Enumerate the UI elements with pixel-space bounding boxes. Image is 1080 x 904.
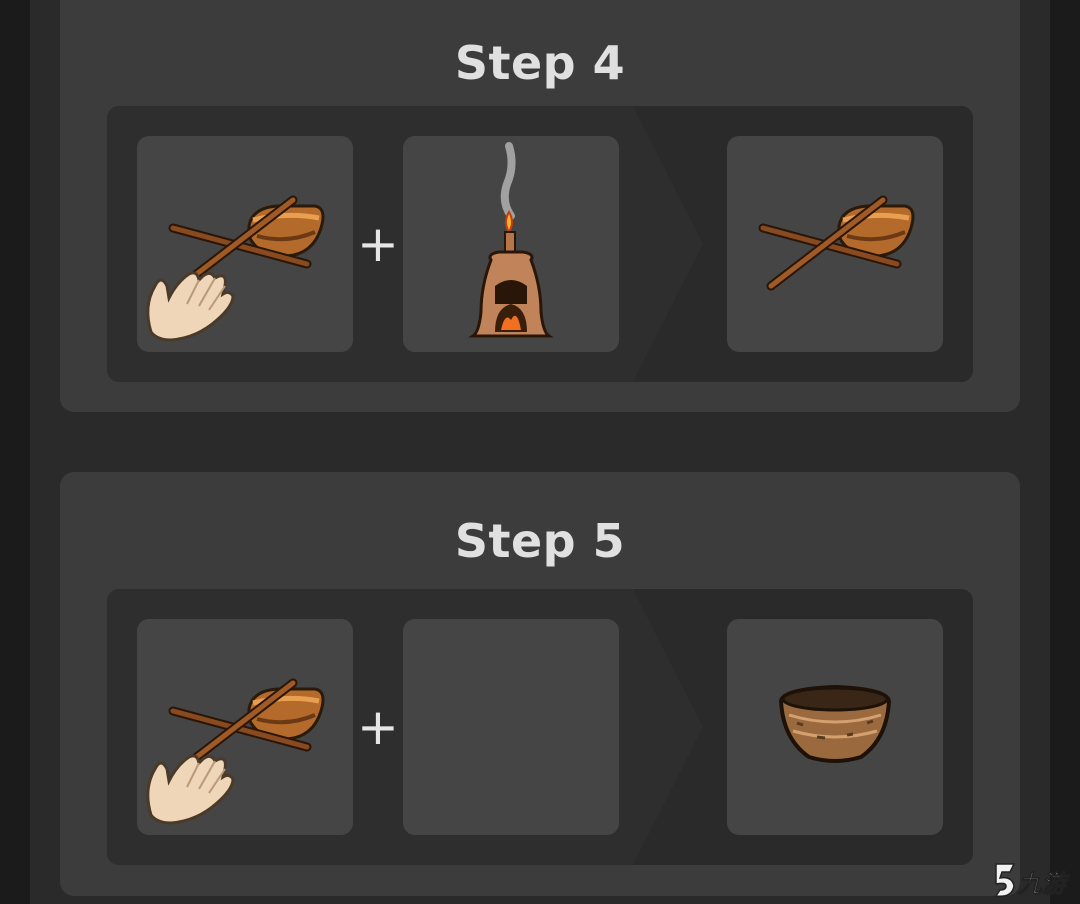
watermark-logo: 九游 [994, 863, 1070, 898]
ingredient-slot-2-empty[interactable] [403, 619, 619, 835]
plus-operator: + [357, 215, 399, 273]
ingredient-slot-1[interactable] [137, 619, 353, 835]
plus-operator: + [357, 698, 399, 756]
step-title: Step 5 [454, 514, 626, 568]
result-slot[interactable] [727, 619, 943, 835]
stick-and-bowl-icon [727, 136, 943, 352]
step-card: Step 5 + [60, 472, 1020, 896]
step-card: Step 4 + [60, 0, 1020, 412]
ingredient-slot-1[interactable] [137, 136, 353, 352]
recipe-panel: + [107, 589, 973, 865]
watermark-text: 九游 [1017, 870, 1070, 898]
clay-bowl-icon [779, 685, 891, 763]
ingredient-slot-2[interactable] [403, 136, 619, 352]
result-slot[interactable] [727, 136, 943, 352]
recipe-panel: + [107, 106, 973, 382]
hand-icon [146, 271, 235, 342]
step-title: Step 4 [454, 36, 626, 90]
kiln-with-flame-icon [403, 136, 619, 352]
hand-icon [146, 754, 235, 825]
